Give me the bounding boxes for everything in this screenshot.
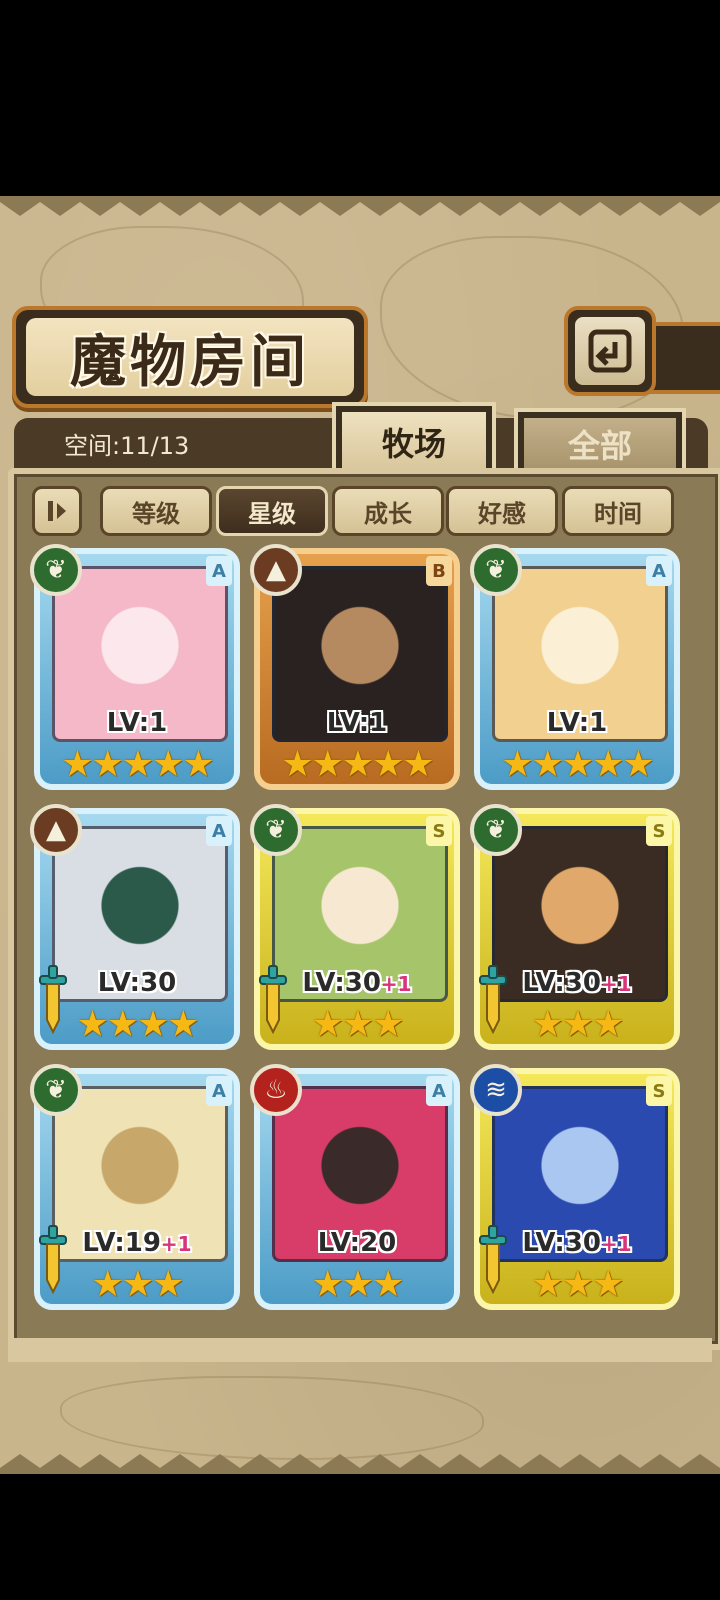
water-icon: ≋ — [470, 1064, 522, 1116]
level-text: LV:30 — [302, 968, 381, 998]
monster-level: LV:1 — [474, 708, 680, 738]
rank-badge: A — [206, 816, 232, 846]
level-text: LV:1 — [326, 708, 388, 738]
monster-card[interactable]: ≋ S LV:30+1 ★★★ — [470, 1064, 680, 1310]
monster-level: LV:20 — [254, 1228, 460, 1258]
level-text: LV:1 — [106, 708, 168, 738]
level-text: LV:19 — [82, 1228, 161, 1258]
monster-level: LV:1 — [254, 708, 460, 738]
monster-card[interactable]: ❦ A LV:1 ★★★★★ — [470, 544, 680, 790]
rank-badge: S — [646, 1076, 672, 1106]
monster-level: LV:30+1 — [474, 968, 680, 998]
monster-card[interactable]: ❦ S LV:30+1 ★★★ — [470, 804, 680, 1050]
earth-icon: ▲ — [250, 544, 302, 596]
title-banner: 魔物房间 — [12, 306, 368, 408]
tab-all[interactable]: 全部 — [514, 408, 686, 474]
rank-badge: A — [206, 556, 232, 586]
level-text: LV:30 — [522, 1228, 601, 1258]
level-text: LV:30 — [522, 968, 601, 998]
leaf-icon: ❦ — [30, 1064, 82, 1116]
star-rating: ★★★ — [531, 1264, 625, 1305]
tabs-bar: 空间:11/13 牧场 全部 — [14, 402, 708, 476]
sort-order-icon — [48, 501, 66, 521]
star-rating: ★★★ — [311, 1264, 405, 1305]
monster-level: LV:30+1 — [254, 968, 460, 998]
back-button[interactable] — [564, 306, 656, 396]
leaf-icon: ❦ — [470, 804, 522, 856]
leaf-icon: ❦ — [30, 544, 82, 596]
sort-level-button[interactable]: 等级 — [100, 486, 212, 536]
star-rating: ★★★★★ — [281, 744, 434, 785]
rank-badge: S — [426, 816, 452, 846]
sort-growth-button[interactable]: 成长 — [332, 486, 444, 536]
monster-card[interactable]: ▲ B LV:1 ★★★★★ — [250, 544, 460, 790]
monster-card[interactable]: ▲ A LV:30 ★★★★ — [30, 804, 240, 1050]
monster-level: LV:19+1 — [34, 1228, 240, 1258]
level-bonus: +1 — [600, 972, 632, 996]
star-rating: ★★★ — [531, 1004, 625, 1045]
level-text: LV:20 — [317, 1228, 397, 1258]
level-text: LV:30 — [97, 968, 177, 998]
tab-ranch-label: 牧场 — [381, 425, 446, 463]
star-rating: ★★★ — [311, 1004, 405, 1045]
monster-level: LV:30+1 — [474, 1228, 680, 1258]
page-title: 魔物房间 — [70, 328, 310, 395]
star-rating: ★★★★ — [76, 1004, 199, 1045]
star-rating: ★★★ — [91, 1264, 185, 1305]
panel-bottom-edge — [8, 1338, 712, 1362]
star-rating: ★★★★★ — [61, 744, 214, 785]
leaf-icon: ❦ — [250, 804, 302, 856]
sort-row: 等级 星级 成长 好感 时间 — [24, 486, 704, 538]
tab-all-label: 全部 — [567, 427, 632, 465]
sort-order-toggle-button[interactable] — [32, 486, 82, 536]
monster-card[interactable]: ❦ S LV:30+1 ★★★ — [250, 804, 460, 1050]
sort-time-button[interactable]: 时间 — [562, 486, 674, 536]
level-text: LV:1 — [546, 708, 608, 738]
earth-icon: ▲ — [30, 804, 82, 856]
top-zigzag-border — [0, 196, 720, 216]
monster-level: LV:30 — [34, 968, 240, 998]
star-rating: ★★★★★ — [501, 744, 654, 785]
game-screen: 魔物房间 空间:11/13 牧场 全部 等级 星级 成长 好感 时间 ❦ A L… — [0, 196, 720, 1474]
monster-card[interactable]: ❦ A LV:19+1 ★★★ — [30, 1064, 240, 1310]
level-bonus: +1 — [380, 972, 412, 996]
sort-affection-button[interactable]: 好感 — [446, 486, 558, 536]
map-decoration — [60, 1376, 484, 1460]
fire-icon: ♨ — [250, 1064, 302, 1116]
rank-badge: B — [426, 556, 452, 586]
monster-level: LV:1 — [34, 708, 240, 738]
monster-card[interactable]: ❦ A LV:1 ★★★★★ — [30, 544, 240, 790]
level-bonus: +1 — [600, 1232, 632, 1256]
monster-card[interactable]: ♨ A LV:20 ★★★ — [250, 1064, 460, 1310]
rank-badge: A — [426, 1076, 452, 1106]
tab-ranch[interactable]: 牧场 — [332, 402, 496, 476]
bottom-zigzag-border — [0, 1454, 720, 1474]
back-arrow-icon — [588, 329, 632, 373]
sort-stars-button[interactable]: 星级 — [216, 486, 328, 536]
rank-badge: S — [646, 816, 672, 846]
rank-badge: A — [206, 1076, 232, 1106]
rank-badge: A — [646, 556, 672, 586]
level-bonus: +1 — [160, 1232, 192, 1256]
leaf-icon: ❦ — [470, 544, 522, 596]
space-capacity-label: 空间:11/13 — [64, 432, 190, 460]
